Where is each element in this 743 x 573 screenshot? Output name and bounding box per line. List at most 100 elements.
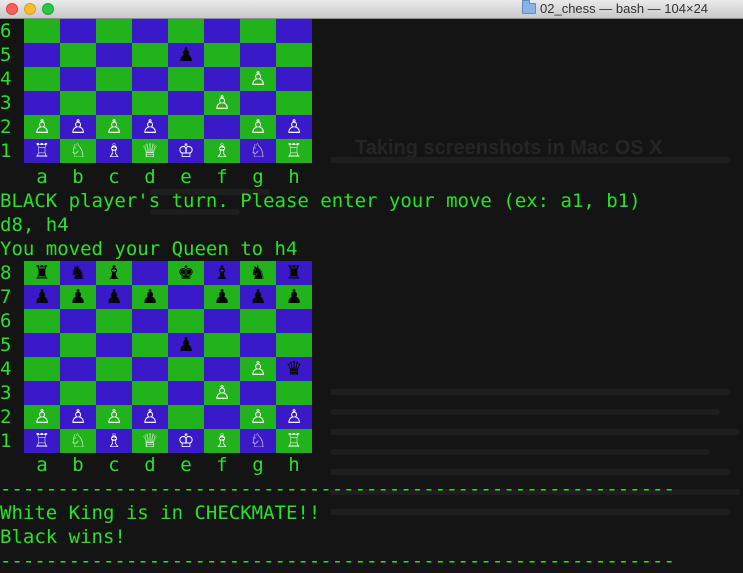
file-label: h: [288, 454, 300, 476]
white-piece-icon: ♗: [105, 430, 123, 452]
rank-label: 3: [0, 92, 12, 114]
rank-label: 7: [0, 286, 12, 308]
white-piece-icon: ♗: [213, 430, 231, 452]
black-piece-icon: ♛: [285, 358, 303, 380]
board-square: [168, 285, 204, 309]
white-piece-icon: ♗: [105, 140, 123, 162]
rank-label: 6: [0, 20, 12, 42]
board-square: ♟: [168, 43, 204, 67]
board-square: [204, 115, 240, 139]
board-square: [168, 357, 204, 381]
board-square: [240, 43, 276, 67]
board-square: ♙: [96, 115, 132, 139]
winner-message: Black wins!: [0, 526, 126, 548]
black-piece-icon: ♝: [213, 262, 231, 284]
white-piece-icon: ♘: [249, 140, 267, 162]
board-square: [96, 43, 132, 67]
board-square: [60, 381, 96, 405]
board-square: [204, 43, 240, 67]
board-square: ♖: [24, 429, 60, 453]
rank-label: 5: [0, 44, 12, 66]
rank-label: 4: [0, 68, 12, 90]
board-square: [96, 67, 132, 91]
white-piece-icon: ♙: [213, 382, 231, 404]
board-square: [168, 91, 204, 115]
board-square: [96, 333, 132, 357]
rank-label: 1: [0, 430, 12, 452]
board-square: [132, 381, 168, 405]
board-square: ♘: [240, 429, 276, 453]
white-piece-icon: ♙: [249, 406, 267, 428]
board-square: [240, 19, 276, 43]
black-piece-icon: ♞: [69, 262, 87, 284]
black-piece-icon: ♜: [285, 262, 303, 284]
board-square: [60, 19, 96, 43]
black-piece-icon: ♟: [177, 44, 195, 66]
file-label: f: [216, 454, 228, 476]
board-square: [24, 67, 60, 91]
terminal-content[interactable]: 6 5 ♟ 4 ♙ 3 ♙ 2 ♙ ♙ ♙ ♙ ♙ ♙ 1 ♖ ♘ ♗ ♕ ♔ ♗ ♘ ♖ abcdefgh BLACK p…: [0, 19, 743, 572]
file-label: e: [180, 166, 192, 188]
zoom-window-button[interactable]: [42, 3, 54, 15]
board-square: ♟: [204, 285, 240, 309]
file-label: a: [36, 454, 48, 476]
close-window-button[interactable]: [6, 3, 18, 15]
rank-label: 2: [0, 116, 12, 138]
board-square: [168, 19, 204, 43]
file-label: d: [144, 166, 156, 188]
board-square: [168, 309, 204, 333]
board-square: ♗: [204, 429, 240, 453]
board-square: [60, 67, 96, 91]
white-piece-icon: ♙: [69, 406, 87, 428]
board-square: [96, 19, 132, 43]
board-square: [204, 357, 240, 381]
white-piece-icon: ♙: [105, 116, 123, 138]
board-square: ♙: [240, 115, 276, 139]
board-square: [204, 309, 240, 333]
board-square: ♖: [276, 139, 312, 163]
white-piece-icon: ♘: [69, 430, 87, 452]
black-piece-icon: ♟: [105, 286, 123, 308]
rank-label: 1: [0, 140, 12, 162]
board-square: [204, 67, 240, 91]
folder-icon: [522, 0, 536, 14]
board-square: ♕: [132, 139, 168, 163]
separator-line: ----------------------------------------…: [0, 550, 675, 572]
board-square: ♗: [96, 429, 132, 453]
board-square: ♘: [60, 139, 96, 163]
white-piece-icon: ♗: [213, 140, 231, 162]
board-square: ♔: [168, 139, 204, 163]
white-piece-icon: ♙: [141, 406, 159, 428]
board-square: ♙: [24, 405, 60, 429]
board-square: [60, 357, 96, 381]
window-title: 02_chess — bash — 104×24: [540, 1, 709, 16]
file-label: h: [288, 166, 300, 188]
white-piece-icon: ♙: [69, 116, 87, 138]
board-square: [276, 381, 312, 405]
board-square: [132, 67, 168, 91]
board-square: [132, 333, 168, 357]
file-label: g: [252, 454, 264, 476]
board-square: [96, 309, 132, 333]
black-piece-icon: ♟: [33, 286, 51, 308]
white-piece-icon: ♙: [33, 406, 51, 428]
board-square: [132, 43, 168, 67]
board-square: [276, 67, 312, 91]
board-square: [24, 357, 60, 381]
board-square: [24, 333, 60, 357]
file-label: f: [216, 166, 228, 188]
white-piece-icon: ♙: [213, 92, 231, 114]
file-label: b: [72, 166, 84, 188]
board-square: [276, 91, 312, 115]
board-square: ♜: [276, 261, 312, 285]
rank-label: 4: [0, 358, 12, 380]
minimize-window-button[interactable]: [24, 3, 36, 15]
white-piece-icon: ♙: [105, 406, 123, 428]
board-square: ♙: [60, 405, 96, 429]
user-move-input: d8, h4: [0, 214, 69, 236]
white-piece-icon: ♕: [141, 430, 159, 452]
board-square: ♝: [204, 261, 240, 285]
board-square: [276, 309, 312, 333]
board-square: ♟: [240, 285, 276, 309]
board-square: [168, 405, 204, 429]
